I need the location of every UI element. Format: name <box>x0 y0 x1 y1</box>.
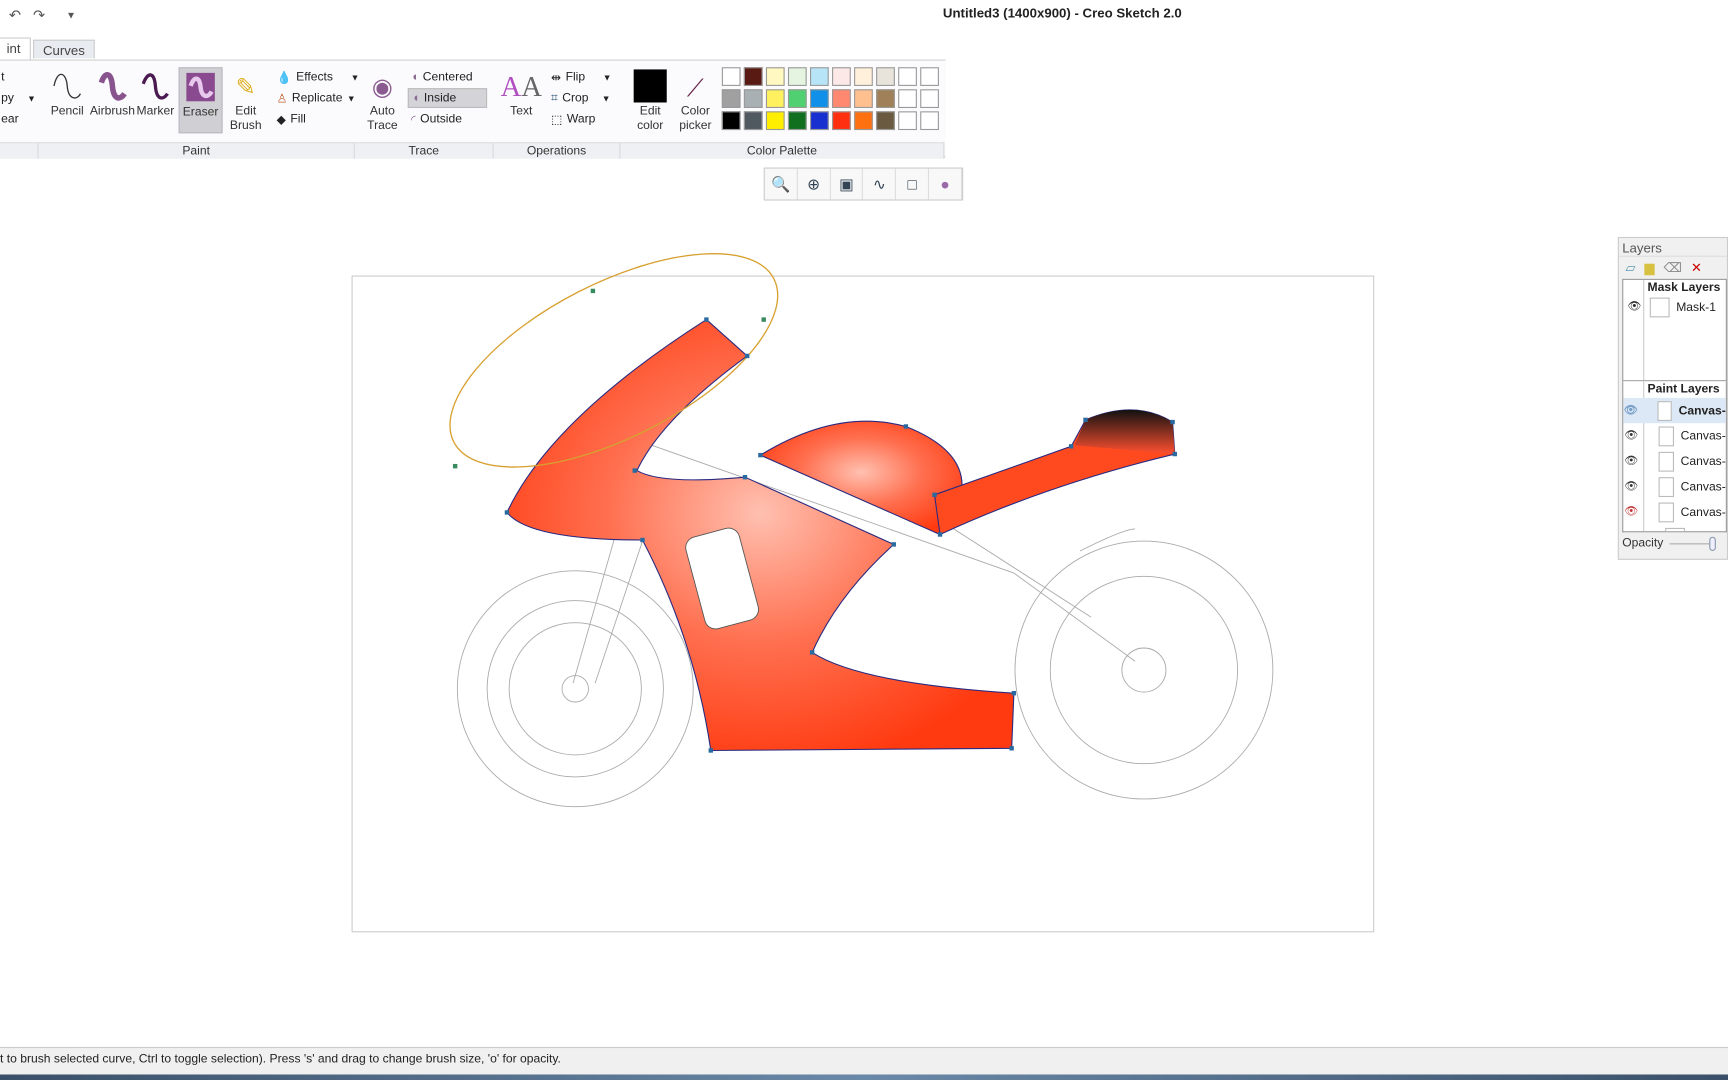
paint-layers-header: Paint Layers <box>1647 382 1720 396</box>
eye-icon[interactable]: 👁 <box>1623 430 1639 442</box>
eye-icon[interactable]: 👁 <box>1623 480 1639 492</box>
motorcycle-sketch <box>449 253 1274 808</box>
layer-thumbnail <box>1659 425 1675 446</box>
layer-thumbnail <box>1657 400 1673 421</box>
folder-icon[interactable]: ▆ <box>1645 260 1655 275</box>
eye-icon[interactable]: 👁 <box>1623 404 1638 416</box>
layer-thumbnail <box>1649 296 1670 317</box>
paint-layer-row[interactable]: 👁 Canvas- <box>1623 397 1726 424</box>
paint-layer-row[interactable]: 👁 Canvas- <box>1623 423 1726 448</box>
mask-layers-header: Mask Layers <box>1647 281 1721 295</box>
status-bar: t to brush selected curve, Ctrl to toggl… <box>0 1046 1728 1075</box>
eye-icon[interactable]: 👁 <box>1623 455 1639 467</box>
layer-name: bike <box>1692 531 1714 532</box>
paint-layer-row[interactable]: 👁 Canvas- <box>1623 449 1726 474</box>
layer-thumbnail <box>1659 476 1675 497</box>
layer-name: Mask-1 <box>1676 300 1716 314</box>
layers-panel: Layers ▱ ▆ ⌫ ✕ Mask Layers 👁 Mask-1 Paint La… <box>1617 236 1728 560</box>
panel-title: Layers <box>1618 238 1727 257</box>
layer-name: Canvas- <box>1680 454 1726 468</box>
layer-name: Canvas- <box>1680 429 1726 443</box>
layer-thumbnail <box>1659 501 1675 522</box>
opacity-label: Opacity <box>1622 536 1664 550</box>
opacity-slider[interactable] <box>1669 536 1717 551</box>
taskbar-strip <box>0 1074 1728 1080</box>
layer-thumbnail <box>1659 451 1675 472</box>
mask-layer-row[interactable]: 👁 Mask-1 <box>1623 294 1725 319</box>
layer-thumbnail <box>1665 527 1686 532</box>
layers-toolbar: ▱ ▆ ⌫ ✕ <box>1619 257 1727 279</box>
delete-icon[interactable]: ✕ <box>1691 260 1702 275</box>
layer-name: Canvas- <box>1678 403 1726 418</box>
eye-hidden-icon[interactable]: 👁 <box>1623 506 1639 518</box>
eye-icon[interactable]: 👁 <box>1623 301 1645 313</box>
paint-layer-row[interactable]: 👁 bike <box>1623 525 1725 532</box>
layer-name: Canvas- <box>1680 505 1726 519</box>
paint-layer-row[interactable]: 👁 Canvas- <box>1623 499 1726 524</box>
new-layer-icon[interactable]: ▱ <box>1626 260 1636 275</box>
eye-icon[interactable]: 👁 <box>1623 531 1645 532</box>
layer-name: Canvas- <box>1680 479 1726 494</box>
eraser-icon[interactable]: ⌫ <box>1663 260 1682 275</box>
paint-layer-row[interactable]: 👁 Canvas- <box>1623 474 1726 499</box>
